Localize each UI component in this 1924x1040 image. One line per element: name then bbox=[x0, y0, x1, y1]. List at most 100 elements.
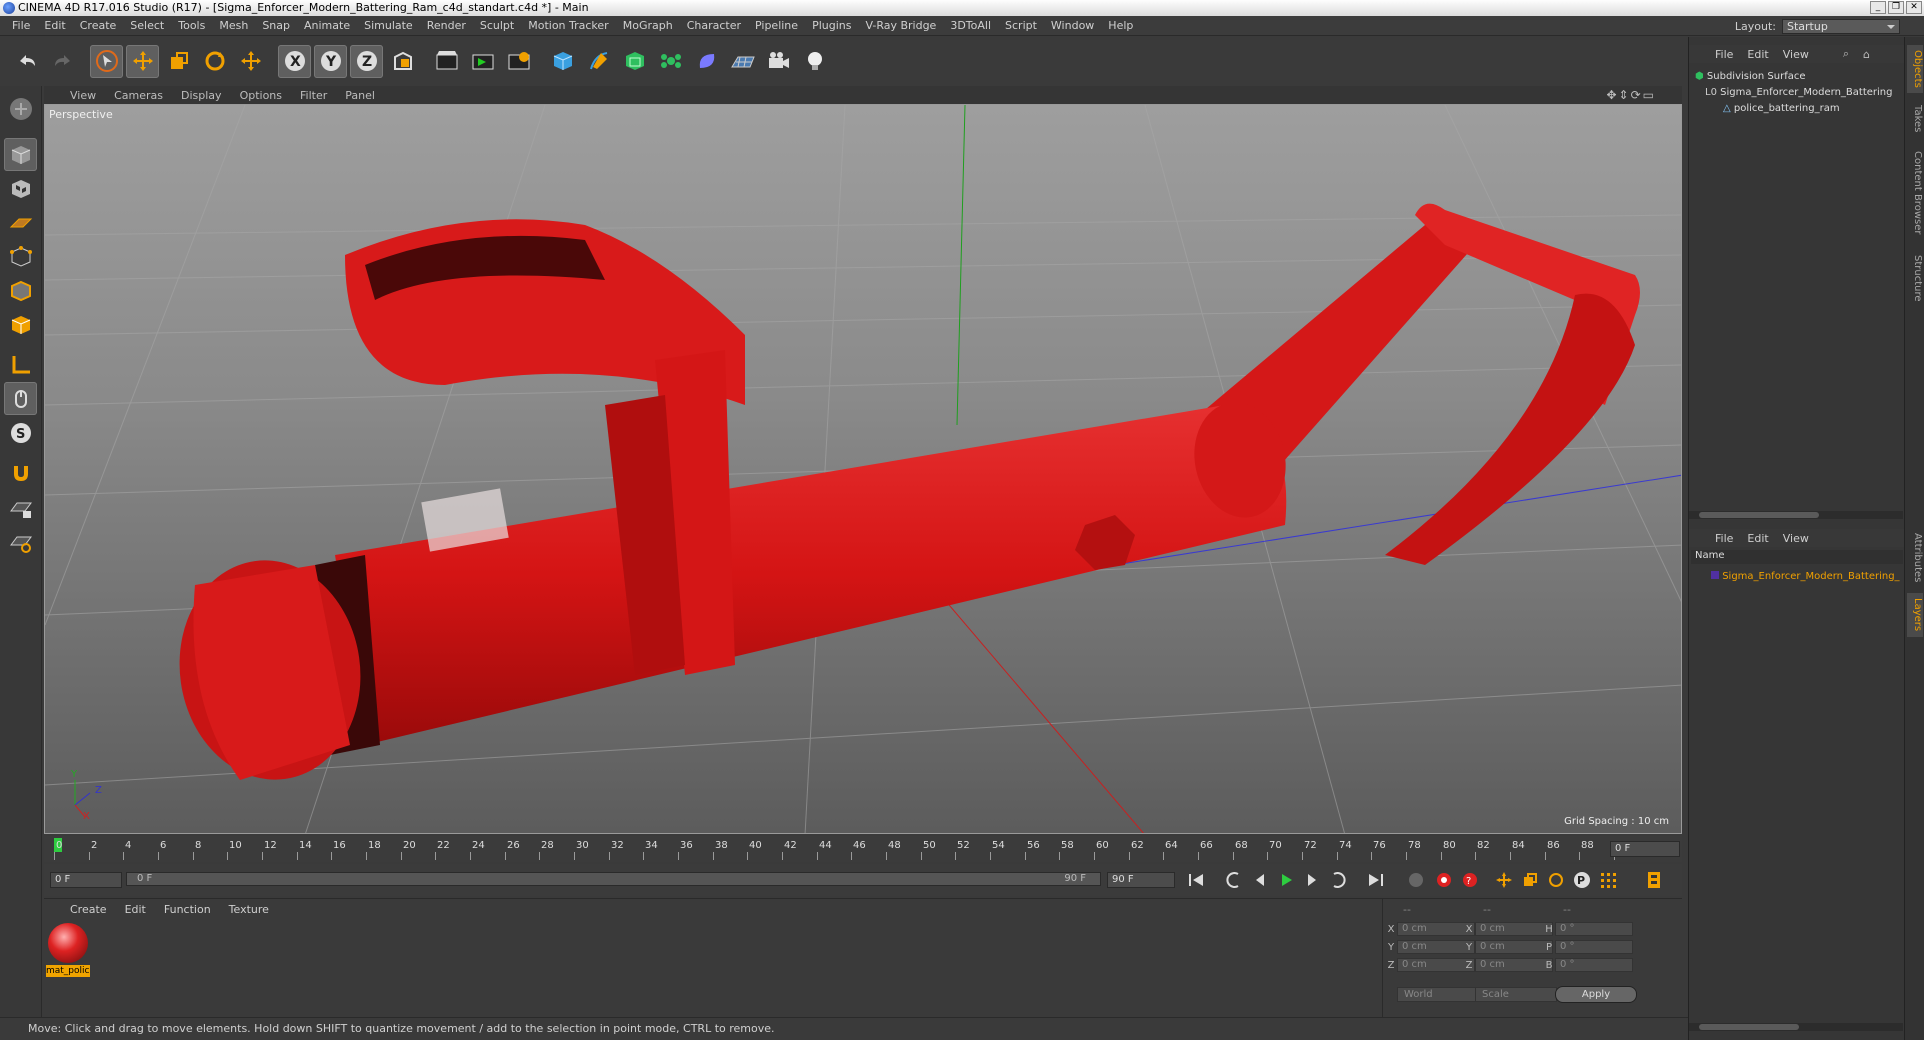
menu-help[interactable]: Help bbox=[1108, 19, 1133, 32]
layer-item-sigma-enforcer[interactable]: Sigma_Enforcer_Modern_Battering_ bbox=[1711, 571, 1900, 582]
menu-window[interactable]: Window bbox=[1051, 19, 1094, 32]
record-active-objects-button[interactable] bbox=[1432, 868, 1456, 892]
locked-workplane-button[interactable] bbox=[4, 492, 37, 525]
axis-mode-button[interactable] bbox=[4, 348, 37, 381]
menu-mograph[interactable]: MoGraph bbox=[623, 19, 673, 32]
coordinate-system-button[interactable] bbox=[386, 45, 419, 78]
play-button[interactable] bbox=[1274, 868, 1298, 892]
move-tool-button[interactable] bbox=[126, 44, 159, 78]
search-icon[interactable]: ⌕ bbox=[1843, 47, 1849, 61]
frame-range-slider[interactable]: 0 F 90 F bbox=[126, 872, 1101, 886]
tab-content-browser[interactable]: Content Browser bbox=[1907, 143, 1923, 243]
start-frame-field[interactable]: 0 F bbox=[50, 872, 122, 888]
live-selection-button[interactable] bbox=[90, 44, 123, 78]
objects-menu-view[interactable]: View bbox=[1783, 48, 1809, 61]
camera-object-button[interactable] bbox=[762, 45, 795, 78]
rot-b-field[interactable]: 0 ° bbox=[1555, 958, 1633, 972]
magnet-snap-button[interactable] bbox=[4, 456, 37, 489]
home-icon[interactable]: ⌂ bbox=[1863, 48, 1870, 61]
menu-select[interactable]: Select bbox=[130, 19, 164, 32]
render-picture-viewer-button[interactable] bbox=[466, 45, 499, 78]
menu-sculpt[interactable]: Sculpt bbox=[480, 19, 514, 32]
viewport-navigation-icons[interactable]: ✥⇕⟳▭ bbox=[1606, 88, 1656, 102]
tab-takes[interactable]: Takes bbox=[1907, 99, 1923, 139]
material-menu-create[interactable]: Create bbox=[70, 903, 107, 916]
layout-dropdown[interactable]: Startup bbox=[1782, 19, 1900, 34]
timeline-window-button[interactable] bbox=[1642, 868, 1666, 892]
menu-edit[interactable]: Edit bbox=[44, 19, 65, 32]
autokeying-button[interactable]: ? bbox=[1458, 868, 1482, 892]
coordinate-space-dropdown[interactable]: World bbox=[1397, 987, 1477, 1002]
texture-mode-button[interactable] bbox=[4, 172, 37, 205]
tree-item-sigma-enforcer[interactable]: L0 Sigma_Enforcer_Modern_Battering bbox=[1705, 87, 1893, 98]
layers-menu-file[interactable]: File bbox=[1715, 532, 1733, 545]
points-mode-button[interactable] bbox=[4, 240, 37, 273]
light-object-button[interactable] bbox=[798, 45, 831, 78]
battering-ram-model[interactable] bbox=[166, 203, 1640, 792]
restore-icon[interactable]: ❐ bbox=[1888, 1, 1904, 14]
render-view-button[interactable] bbox=[430, 45, 463, 78]
minimize-icon[interactable]: _ bbox=[1870, 1, 1886, 14]
next-frame-button[interactable] bbox=[1300, 868, 1324, 892]
key-pla-button[interactable] bbox=[1596, 868, 1620, 892]
menu-vray-bridge[interactable]: V-Ray Bridge bbox=[865, 19, 936, 32]
tab-layers[interactable]: Layers bbox=[1907, 593, 1923, 637]
menu-pipeline[interactable]: Pipeline bbox=[755, 19, 798, 32]
menu-script[interactable]: Script bbox=[1005, 19, 1037, 32]
goto-start-button[interactable] bbox=[1184, 868, 1208, 892]
snapping-button[interactable]: S bbox=[4, 416, 37, 449]
menu-character[interactable]: Character bbox=[687, 19, 741, 32]
viewport-menu-view[interactable]: View bbox=[70, 89, 96, 102]
make-editable-button[interactable] bbox=[4, 92, 37, 125]
deformer-button[interactable] bbox=[690, 45, 723, 78]
menu-motion-tracker[interactable]: Motion Tracker bbox=[528, 19, 608, 32]
motion-record-button[interactable] bbox=[1404, 868, 1428, 892]
menu-file[interactable]: File bbox=[12, 19, 30, 32]
transform-tool-button[interactable] bbox=[234, 45, 267, 78]
end-frame-field[interactable]: 90 F bbox=[1107, 872, 1175, 888]
layers-menu-view[interactable]: View bbox=[1783, 532, 1809, 545]
material-preview-ball[interactable] bbox=[48, 923, 88, 963]
viewport-menu-options[interactable]: Options bbox=[240, 89, 282, 102]
z-axis-lock-button[interactable]: Z bbox=[350, 44, 383, 78]
current-frame-field[interactable]: 0 F bbox=[1610, 841, 1680, 857]
previous-frame-button[interactable] bbox=[1248, 868, 1272, 892]
mograph-cloner-button[interactable] bbox=[654, 45, 687, 78]
transform-mode-dropdown[interactable]: Scale bbox=[1475, 987, 1557, 1002]
material-menu-texture[interactable]: Texture bbox=[229, 903, 269, 916]
menu-plugins[interactable]: Plugins bbox=[812, 19, 851, 32]
key-position-button[interactable] bbox=[1492, 868, 1516, 892]
workplane-mode-button[interactable] bbox=[4, 206, 37, 239]
tab-attributes[interactable]: Attributes bbox=[1907, 527, 1923, 589]
menu-animate[interactable]: Animate bbox=[304, 19, 350, 32]
tree-item-subdivision-surface[interactable]: ⬢ Subdivision Surface bbox=[1695, 71, 1806, 82]
floor-object-button[interactable] bbox=[726, 45, 759, 78]
viewport-menu-display[interactable]: Display bbox=[181, 89, 222, 102]
size-z-field[interactable]: 0 cm bbox=[1475, 958, 1553, 972]
layer-manager-scrollbar[interactable] bbox=[1689, 1023, 1903, 1031]
rotate-tool-button[interactable] bbox=[198, 45, 231, 78]
layers-menu-edit[interactable]: Edit bbox=[1747, 532, 1768, 545]
tree-item-police-battering-ram[interactable]: △ police_battering_ram bbox=[1723, 103, 1840, 114]
timeline-ruler[interactable]: 0 2 4 6 8 10 12 14 16 18 20 22 24 26 28 30 32 34 36 38 40 42 4… bbox=[44, 836, 1682, 862]
menu-mesh[interactable]: Mesh bbox=[219, 19, 248, 32]
key-parameter-button[interactable]: P bbox=[1570, 868, 1594, 892]
menu-simulate[interactable]: Simulate bbox=[364, 19, 413, 32]
render-settings-button[interactable] bbox=[502, 45, 535, 78]
key-scale-button[interactable] bbox=[1518, 868, 1542, 892]
subdivision-surface-button[interactable] bbox=[618, 45, 651, 78]
tab-objects[interactable]: Objects bbox=[1907, 45, 1923, 93]
rot-h-field[interactable]: 0 ° bbox=[1555, 922, 1633, 936]
viewport-menu-filter[interactable]: Filter bbox=[300, 89, 327, 102]
object-manager-scrollbar[interactable] bbox=[1689, 511, 1903, 519]
menu-create[interactable]: Create bbox=[80, 19, 117, 32]
pen-spline-button[interactable] bbox=[582, 45, 615, 78]
key-rotation-button[interactable] bbox=[1544, 868, 1568, 892]
material-menu-edit[interactable]: Edit bbox=[125, 903, 146, 916]
material-menu-function[interactable]: Function bbox=[164, 903, 211, 916]
tweak-mode-button[interactable] bbox=[4, 382, 37, 415]
apply-button[interactable]: Apply bbox=[1555, 986, 1637, 1003]
cube-object-button[interactable] bbox=[546, 45, 579, 78]
redo-button[interactable] bbox=[46, 45, 79, 78]
next-keyframe-button[interactable] bbox=[1326, 868, 1350, 892]
